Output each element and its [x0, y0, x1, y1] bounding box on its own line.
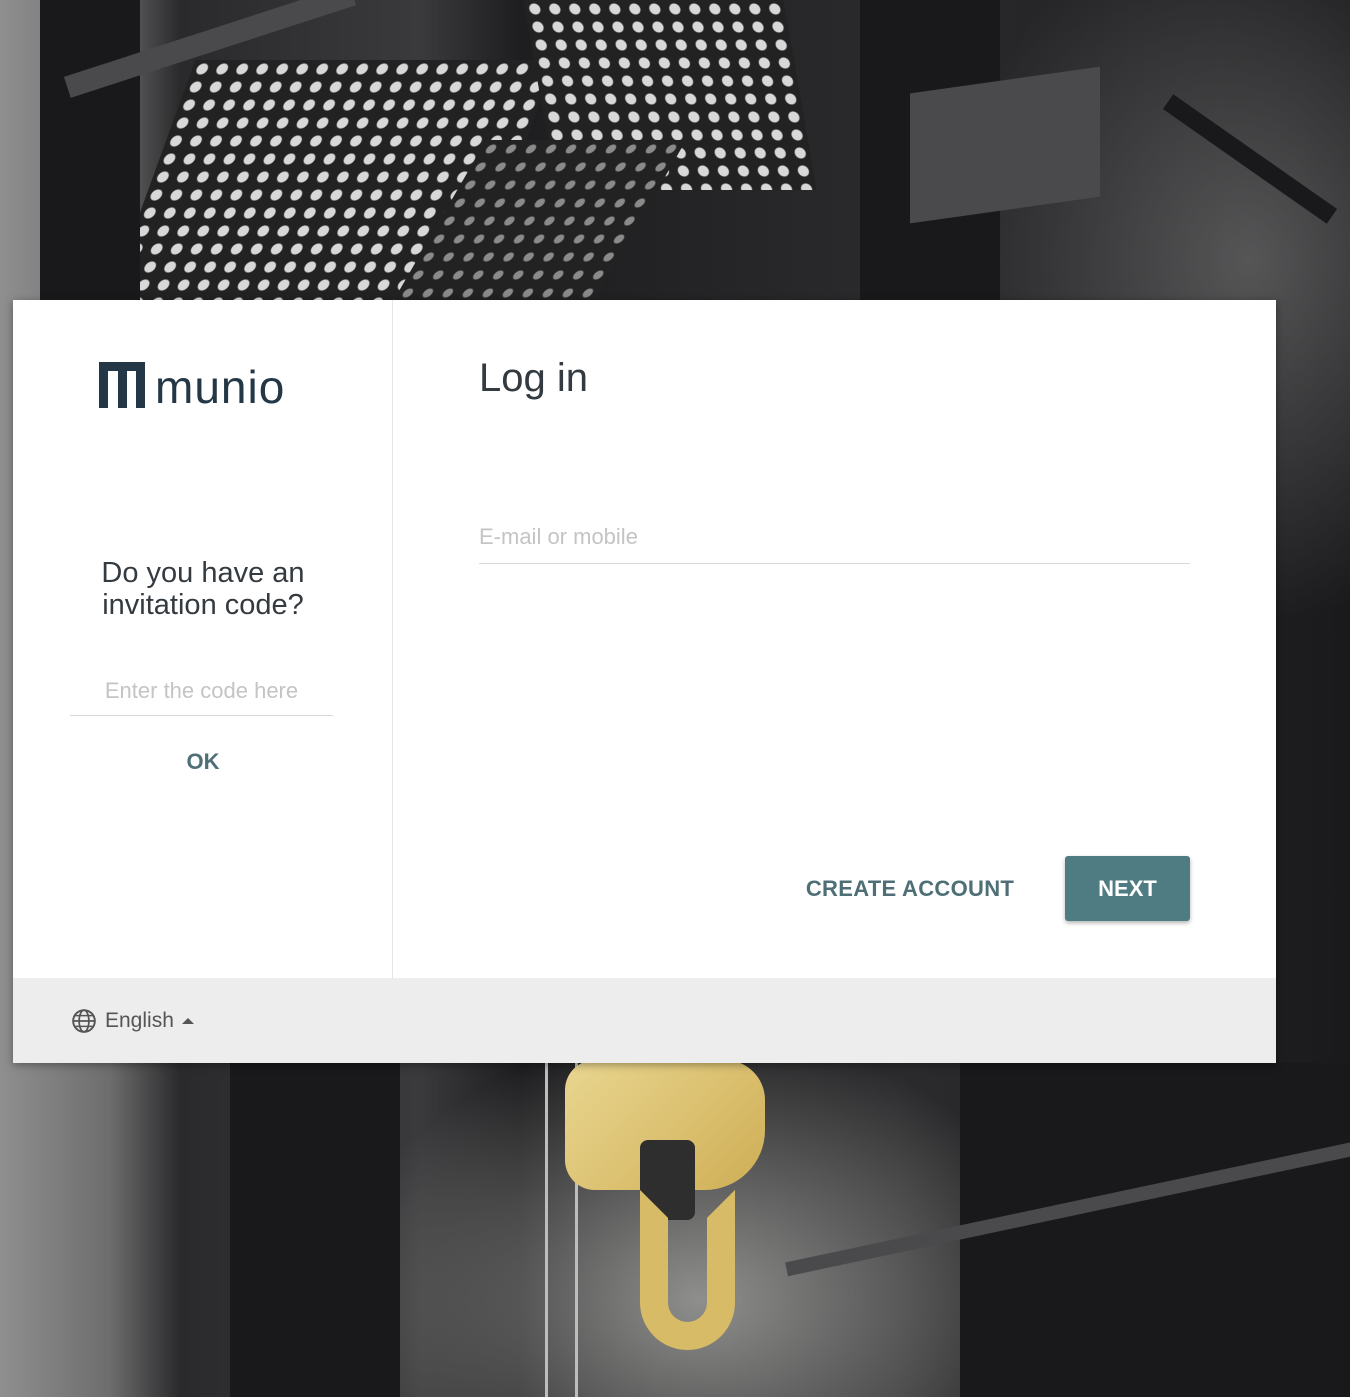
invitation-title: Do you have an invitation code? — [101, 557, 305, 621]
crane-hook — [640, 1190, 735, 1350]
globe-icon — [72, 1008, 96, 1033]
background-beam — [960, 1063, 1350, 1397]
next-button[interactable]: NEXT — [1065, 856, 1190, 921]
munio-logo: munio — [99, 361, 286, 413]
background-cable — [545, 1063, 548, 1397]
page-title: Log in — [479, 356, 588, 400]
login-card: munio Do you have an invitation code? OK… — [13, 300, 1276, 1063]
background-beam — [910, 66, 1100, 224]
ok-button[interactable]: OK — [163, 740, 243, 784]
background-beam — [1162, 94, 1338, 224]
munio-logo-mark — [99, 362, 145, 408]
background-beam — [230, 1063, 400, 1397]
language-selector[interactable]: English — [71, 1008, 194, 1034]
card-footer: English — [13, 978, 1276, 1063]
login-panel: Log in CREATE ACCOUNT NEXT — [394, 300, 1276, 978]
language-label: English — [105, 1008, 174, 1032]
logo-text: munio — [155, 361, 286, 413]
invitation-panel: munio Do you have an invitation code? OK — [13, 300, 393, 978]
create-account-button[interactable]: CREATE ACCOUNT — [794, 867, 1026, 911]
invitation-code-input[interactable] — [70, 666, 333, 716]
background-beam — [40, 0, 140, 300]
caret-up-icon — [181, 1017, 194, 1024]
email-or-mobile-input[interactable] — [479, 510, 1190, 564]
